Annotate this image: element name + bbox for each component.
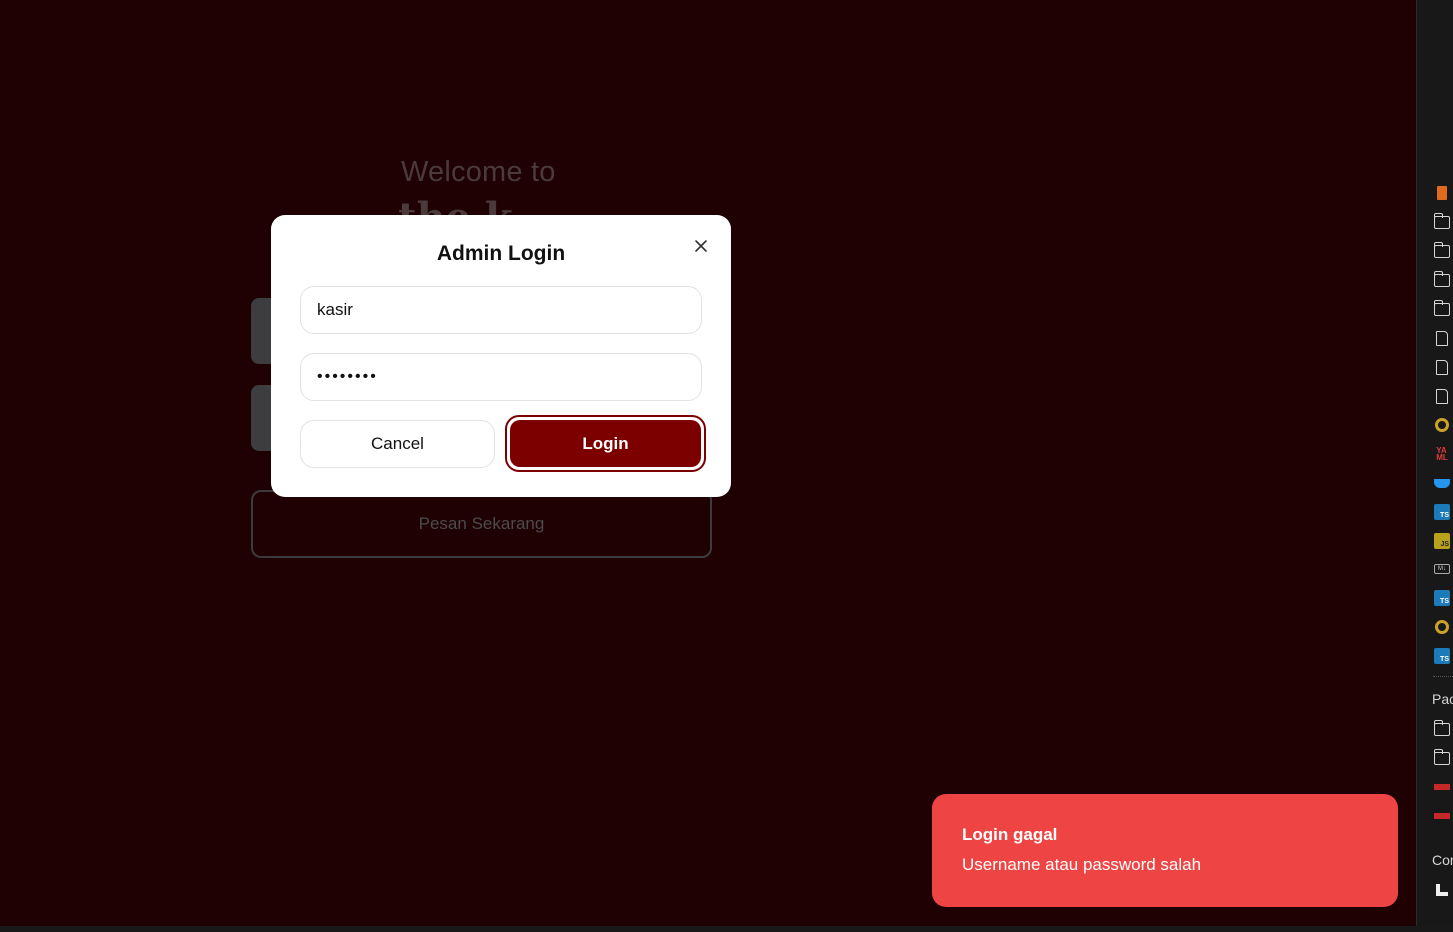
ts-icon[interactable]: TS: [1433, 503, 1451, 521]
folder-icon[interactable]: [1433, 299, 1451, 318]
yaml-icon[interactable]: YA ML: [1433, 445, 1451, 463]
admin-login-dialog: Admin Login Cancel Login: [271, 215, 731, 497]
login-button[interactable]: Login: [510, 420, 701, 467]
file-icon[interactable]: [1433, 358, 1451, 376]
docker-icon[interactable]: [1433, 474, 1451, 492]
html-icon[interactable]: [1433, 184, 1451, 202]
npm-icon[interactable]: [1433, 807, 1451, 825]
con-section-label[interactable]: Con: [1432, 852, 1453, 868]
ts-icon[interactable]: TS: [1433, 589, 1451, 607]
folder-icon[interactable]: [1433, 719, 1451, 738]
toast-message: Username atau password salah: [962, 855, 1202, 874]
file-icon[interactable]: [1433, 387, 1451, 405]
close-icon[interactable]: [690, 235, 712, 257]
status-bar: [0, 926, 1453, 932]
username-input[interactable]: [300, 286, 702, 334]
separator: [1433, 676, 1453, 677]
ring-icon[interactable]: [1433, 416, 1451, 434]
packages-section-label[interactable]: Pac: [1432, 691, 1453, 707]
login-button-focus-ring: Login: [505, 415, 706, 472]
error-toast[interactable]: Login gagal Username atau password salah: [932, 794, 1398, 907]
ring-icon[interactable]: [1433, 618, 1451, 636]
npm-icon[interactable]: [1433, 778, 1451, 796]
folder-icon[interactable]: [1433, 212, 1451, 231]
welcome-heading: Welcome to: [401, 156, 556, 188]
cancel-button[interactable]: Cancel: [300, 420, 495, 468]
password-input[interactable]: [300, 353, 702, 401]
js-icon[interactable]: JS: [1433, 532, 1451, 550]
explorer-sidebar: YAML TS JS M↓ TS TS Pac Con: [1416, 0, 1453, 932]
markdown-icon[interactable]: M↓: [1433, 560, 1451, 578]
file-icon[interactable]: [1433, 329, 1451, 347]
dialog-title: Admin Login: [436, 242, 566, 265]
folder-icon[interactable]: [1433, 270, 1451, 289]
brand-heading-obscured: the k: [398, 194, 513, 216]
order-now-button[interactable]: Pesan Sekarang: [251, 490, 712, 558]
toast-title: Login gagal: [962, 825, 1058, 844]
folder-icon[interactable]: [1433, 748, 1451, 767]
graph-icon[interactable]: [1433, 881, 1451, 899]
ts-icon[interactable]: TS: [1433, 647, 1451, 665]
folder-icon[interactable]: [1433, 241, 1451, 260]
